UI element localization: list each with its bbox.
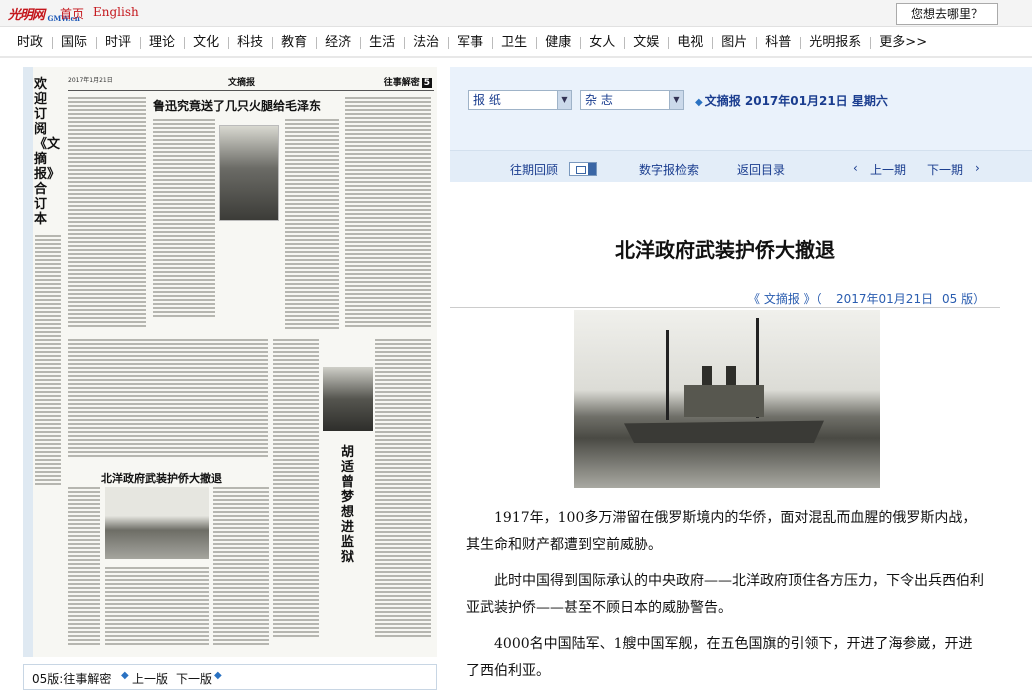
magazine-select[interactable]: 杂 志 ▼ bbox=[580, 90, 684, 110]
back-to-index-link[interactable]: 返回目录 bbox=[737, 161, 785, 178]
subscription-promo[interactable]: 欢迎订阅《文摘报》合订本 bbox=[34, 77, 60, 227]
home-link[interactable]: 首页 bbox=[60, 5, 84, 22]
newspaper-page-header: 2017年1月21日 文摘报 往事解密 5 bbox=[68, 75, 434, 91]
logo-text: 光明网 bbox=[8, 8, 45, 23]
nav-item[interactable]: 健康 bbox=[536, 28, 580, 57]
where-to-go-button[interactable]: 您想去哪里？ bbox=[896, 3, 998, 25]
prev-page-arrow-icon[interactable]: ◆ bbox=[121, 670, 129, 681]
text-column[interactable] bbox=[213, 487, 269, 647]
newspaper-page-image[interactable]: 欢迎订阅《文摘报》合订本 2017年1月21日 文摘报 往事解密 5 鲁迅究竟送了… bbox=[23, 67, 437, 657]
warship-photo bbox=[574, 310, 880, 488]
text-column[interactable] bbox=[68, 487, 100, 647]
prev-issue-link[interactable]: 上一期 bbox=[870, 161, 906, 178]
page-footer-nav: 05版:往事解密 ◆ 上一版 下一版 ◆ bbox=[23, 664, 437, 690]
nav-item[interactable]: 时评 bbox=[96, 28, 140, 57]
nav-item[interactable]: 国际 bbox=[52, 28, 96, 57]
nav-item[interactable]: 光明报系 bbox=[800, 28, 870, 57]
text-column[interactable] bbox=[375, 339, 431, 639]
nav-item[interactable]: 教育 bbox=[272, 28, 316, 57]
ship-superstructure bbox=[684, 385, 764, 417]
headline-luxun[interactable]: 鲁迅究竟送了几只火腿给毛泽东 bbox=[153, 97, 321, 114]
issue-text: 文摘报 2017年01月21日 星期六 bbox=[704, 94, 888, 108]
nav-list: 时政 国际 时评 理论 文化 科技 教育 经济 生活 法治 军事 卫生 健康 女人 文娱 电视 图片 科普 光明报系… bbox=[0, 28, 1032, 57]
text-column[interactable] bbox=[285, 119, 339, 329]
text-column[interactable] bbox=[273, 339, 319, 639]
nav-item[interactable]: 文娱 bbox=[624, 28, 668, 57]
text-column[interactable] bbox=[35, 235, 61, 485]
nav-item[interactable]: 更多>> bbox=[870, 28, 936, 57]
edition-label: 05版:往事解密 bbox=[32, 672, 112, 686]
page-number: 5 bbox=[421, 78, 432, 88]
nav-item[interactable]: 经济 bbox=[316, 28, 360, 57]
nav-item[interactable]: 时政 bbox=[8, 28, 52, 57]
nav-item[interactable]: 卫生 bbox=[492, 28, 536, 57]
paper-select-value: 报 纸 bbox=[473, 93, 501, 107]
article-edition: 05 版） bbox=[942, 292, 986, 306]
magazine-select-value: 杂 志 bbox=[585, 93, 613, 107]
page-masthead: 文摘报 bbox=[228, 78, 256, 88]
nav-item[interactable]: 图片 bbox=[712, 28, 756, 57]
nav-item[interactable]: 电视 bbox=[668, 28, 712, 57]
luxun-portrait bbox=[219, 125, 279, 221]
page-section: 往事解密 5 bbox=[384, 75, 432, 88]
nav-item[interactable]: 女人 bbox=[580, 28, 624, 57]
page-root: 光明网 GMW.cn 首页 English 您想去哪里？ 时政 国际 时评 理论 文化科… bbox=[0, 0, 1032, 694]
top-bar: 光明网 GMW.cn 首页 English 您想去哪里？ bbox=[0, 0, 1032, 27]
chevron-right-icon[interactable]: › bbox=[975, 161, 980, 175]
chevron-left-icon[interactable]: ‹ bbox=[853, 161, 858, 175]
calendar-icon[interactable] bbox=[569, 162, 597, 176]
english-link[interactable]: English bbox=[93, 5, 139, 19]
text-column[interactable] bbox=[105, 567, 209, 647]
next-issue-link[interactable]: 下一期 bbox=[927, 161, 963, 178]
next-page-arrow-icon[interactable]: ◆ bbox=[214, 670, 222, 681]
warship-thumbnail bbox=[105, 487, 209, 559]
text-column[interactable] bbox=[345, 97, 431, 327]
page-date: 2017年1月21日 bbox=[68, 77, 113, 84]
ship-mast bbox=[666, 330, 669, 420]
digital-search-link[interactable]: 数字报检索 bbox=[639, 161, 699, 178]
article-paragraph: 1917年，100多万滞留在俄罗斯境内的华侨，面对混乱而血腥的俄罗斯内战，其生命… bbox=[466, 510, 977, 553]
ship-hull bbox=[624, 420, 824, 443]
chevron-down-icon[interactable]: ▼ bbox=[557, 91, 571, 109]
nav-item[interactable]: 理论 bbox=[140, 28, 184, 57]
article-source[interactable]: 《 文摘报 》（ bbox=[748, 290, 822, 307]
text-column[interactable] bbox=[68, 97, 146, 327]
next-page-link[interactable]: 下一版 bbox=[176, 670, 212, 687]
page-edge bbox=[23, 67, 33, 657]
nav-item[interactable]: 科普 bbox=[756, 28, 800, 57]
article-paragraph: 4000名中国陆军、1艘中国军舰，在五色国旗的引领下，开进了海参崴，开进了西伯利… bbox=[466, 636, 973, 679]
article-date: 2017年01月21日 bbox=[836, 292, 934, 306]
main-nav: 时政 国际 时评 理论 文化 科技 教育 经济 生活 法治 军事 卫生 健康 女人 文娱 电视 图片 科普 光明报系… bbox=[0, 28, 1032, 58]
article-title: 北洋政府武装护侨大撤退 bbox=[615, 238, 835, 262]
hushi-portrait bbox=[323, 367, 373, 431]
section-name: 往事解密 bbox=[383, 78, 420, 88]
nav-item[interactable]: 法治 bbox=[404, 28, 448, 57]
headline-hushi[interactable]: 胡适曾梦想进监狱 bbox=[341, 445, 357, 565]
chevron-down-icon[interactable]: ▼ bbox=[669, 91, 683, 109]
calendar-dropdown-icon[interactable] bbox=[588, 163, 596, 175]
nav-item[interactable]: 文化 bbox=[184, 28, 228, 57]
text-column[interactable] bbox=[153, 119, 215, 319]
headline-evacuation[interactable]: 北洋政府武装护侨大撤退 bbox=[101, 470, 222, 486]
archive-link[interactable]: 往期回顾 bbox=[510, 161, 558, 178]
text-column[interactable] bbox=[68, 339, 268, 459]
triangle-icon: ◆ bbox=[695, 97, 703, 108]
article-paragraph: 此时中国得到国际承认的中央政府——北洋政府顶住各方压力，下令出兵西伯利亚武装护侨… bbox=[466, 573, 984, 616]
paper-select[interactable]: 报 纸 ▼ bbox=[468, 90, 572, 110]
nav-item[interactable]: 军事 bbox=[448, 28, 492, 57]
nav-item[interactable]: 生活 bbox=[360, 28, 404, 57]
prev-page-link[interactable]: 上一版 bbox=[132, 670, 168, 687]
current-issue: ◆ 文摘报 2017年01月21日 星期六 bbox=[695, 92, 888, 109]
article-meta: 《 文摘报 》（ 2017年01月21日 05 版） bbox=[450, 286, 1000, 308]
nav-item[interactable]: 科技 bbox=[228, 28, 272, 57]
